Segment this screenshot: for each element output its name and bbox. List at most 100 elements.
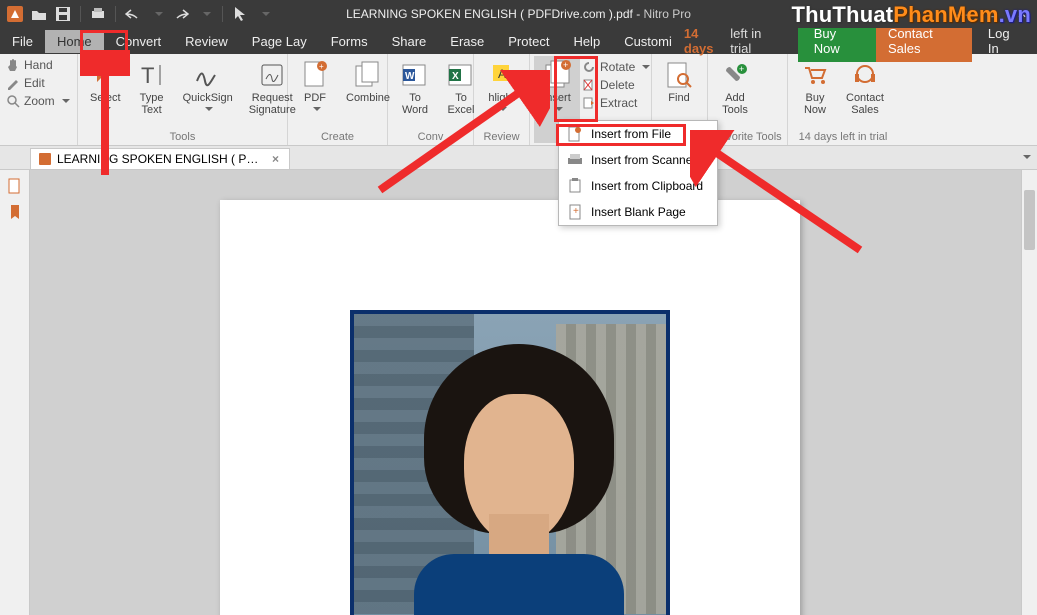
menu-share[interactable]: Share xyxy=(380,30,439,53)
ribbon: Hand Edit Zoom Select T Type Text QuickS… xyxy=(0,54,1037,146)
window-buttons: — ▭ ✕ xyxy=(947,7,1037,21)
convert-label: Conv xyxy=(388,131,473,143)
svg-text:+: + xyxy=(739,64,744,74)
group-review: A hlight Review xyxy=(474,54,530,145)
insert-from-scanner[interactable]: Insert from Scanner xyxy=(559,147,717,173)
highlight-button[interactable]: A hlight xyxy=(478,56,525,116)
select-button[interactable]: Select xyxy=(82,56,129,116)
menu-bar: File Home Convert Review Page Lay Forms … xyxy=(0,28,1037,54)
clipboard-icon xyxy=(567,178,583,194)
insert-from-clipboard[interactable]: Insert from Clipboard xyxy=(559,173,717,199)
cursor-dropdown-icon[interactable] xyxy=(255,5,273,23)
buy-now-ribbon-button[interactable]: Buy Now xyxy=(792,56,838,116)
side-panel-strip xyxy=(0,170,30,615)
delete-icon xyxy=(582,78,596,92)
rotate-icon xyxy=(582,60,596,74)
svg-text:X: X xyxy=(452,71,459,82)
tab-close-button[interactable]: × xyxy=(272,152,279,166)
group-favorite: + Add Tools Favorite Tools xyxy=(708,54,788,145)
find-button[interactable]: Find xyxy=(656,56,702,104)
print-icon[interactable] xyxy=(89,5,107,23)
trial-group-label: 14 days left in trial xyxy=(788,131,898,143)
app-icon xyxy=(6,5,24,23)
document-tab-strip: LEARNING SPOKEN ENGLISH ( PDFDriv… × xyxy=(0,146,1037,170)
insert-blank-page[interactable]: + Insert Blank Page xyxy=(559,199,717,225)
add-tools-icon: + xyxy=(720,60,750,90)
find-icon xyxy=(664,60,694,90)
quick-access-toolbar xyxy=(0,5,273,23)
bookmarks-panel-icon[interactable] xyxy=(7,204,23,220)
type-text-icon: T xyxy=(137,60,167,90)
group-trial: Buy Now Contact Sales 14 days left in tr… xyxy=(788,54,898,145)
svg-text:+: + xyxy=(573,206,579,217)
maximize-button[interactable]: ▭ xyxy=(977,7,1007,21)
edit-tool[interactable]: Edit xyxy=(4,74,73,92)
minimize-button[interactable]: — xyxy=(947,7,977,21)
pdf-button[interactable]: + PDF xyxy=(292,56,338,116)
trial-left-text: left in trial xyxy=(730,26,797,56)
group-create: + PDF Combine Create xyxy=(288,54,388,145)
menu-help[interactable]: Help xyxy=(561,30,612,53)
tab-overflow-button[interactable] xyxy=(1020,150,1031,164)
close-button[interactable]: ✕ xyxy=(1007,7,1037,21)
edit-icon xyxy=(6,76,20,90)
scanner-icon xyxy=(567,152,583,168)
menu-page-layout[interactable]: Page Lay xyxy=(240,30,319,53)
insert-dropdown: Insert from File Insert from Scanner Ins… xyxy=(558,120,718,226)
rotate-button[interactable]: Rotate xyxy=(580,58,652,76)
open-icon[interactable] xyxy=(30,5,48,23)
delete-button[interactable]: Delete xyxy=(580,76,652,94)
vertical-scrollbar[interactable] xyxy=(1021,170,1037,615)
title-bar: LEARNING SPOKEN ENGLISH ( PDFDrive.com )… xyxy=(0,0,1037,28)
quicksign-button[interactable]: QuickSign xyxy=(175,56,241,116)
menu-customize[interactable]: Customi xyxy=(612,30,684,53)
document-tab[interactable]: LEARNING SPOKEN ENGLISH ( PDFDriv… × xyxy=(30,148,290,169)
group-convert: W To Word X To Excel Conv xyxy=(388,54,474,145)
menu-erase[interactable]: Erase xyxy=(438,30,496,53)
group-view: Hand Edit Zoom xyxy=(0,54,78,145)
save-icon[interactable] xyxy=(54,5,72,23)
contact-sales-ribbon-button[interactable]: Contact Sales xyxy=(838,56,892,116)
document-viewport[interactable]: LEARNING xyxy=(30,170,1021,615)
undo-dropdown-icon[interactable] xyxy=(148,5,166,23)
cursor-tool-icon[interactable] xyxy=(231,5,249,23)
request-signature-icon xyxy=(257,60,287,90)
menu-convert[interactable]: Convert xyxy=(104,30,174,53)
zoom-icon xyxy=(6,94,20,108)
cart-icon xyxy=(800,60,830,90)
redo-dropdown-icon[interactable] xyxy=(196,5,214,23)
tab-title: LEARNING SPOKEN ENGLISH ( PDFDriv… xyxy=(57,152,260,166)
scrollbar-thumb[interactable] xyxy=(1024,190,1035,250)
add-tools-button[interactable]: + Add Tools xyxy=(712,56,758,116)
hand-tool[interactable]: Hand xyxy=(4,56,73,74)
trial-days: 14 days xyxy=(684,26,730,56)
undo-icon[interactable] xyxy=(124,5,142,23)
to-word-button[interactable]: W To Word xyxy=(392,56,438,116)
pdf-icon: + xyxy=(300,60,330,90)
favorite-label: Favorite Tools xyxy=(708,131,787,143)
menu-forms[interactable]: Forms xyxy=(319,30,380,53)
hand-icon xyxy=(6,58,20,72)
highlight-icon: A xyxy=(487,60,517,90)
type-text-button[interactable]: T Type Text xyxy=(129,56,175,116)
word-icon: W xyxy=(400,60,430,90)
menu-home[interactable]: Home xyxy=(45,30,104,53)
insert-from-file[interactable]: Insert from File xyxy=(559,121,717,147)
menu-review[interactable]: Review xyxy=(173,30,240,53)
menu-file[interactable]: File xyxy=(0,30,45,53)
menu-protect[interactable]: Protect xyxy=(496,30,561,53)
group-tools: Select T Type Text QuickSign Request Sig… xyxy=(78,54,288,145)
zoom-tool[interactable]: Zoom xyxy=(4,92,73,110)
insert-file-icon xyxy=(567,126,583,142)
redo-icon[interactable] xyxy=(172,5,190,23)
book-cover: LEARNING xyxy=(350,310,670,615)
extract-icon xyxy=(582,96,596,110)
pages-panel-icon[interactable] xyxy=(7,178,23,194)
excel-icon: X xyxy=(446,60,476,90)
svg-text:+: + xyxy=(563,60,568,70)
review-label: Review xyxy=(474,131,529,143)
extract-button[interactable]: Extract xyxy=(580,94,652,112)
select-icon xyxy=(90,60,120,90)
create-label: Create xyxy=(288,131,387,143)
headset-icon xyxy=(850,60,880,90)
